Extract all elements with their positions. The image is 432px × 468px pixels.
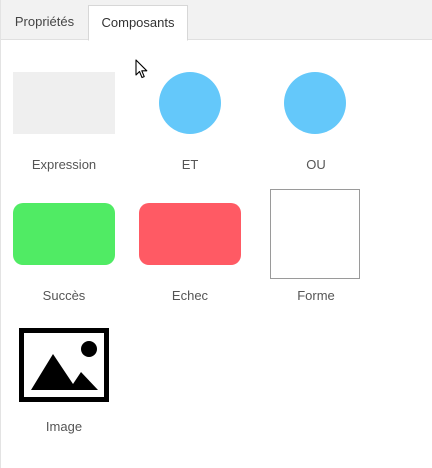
component-ou[interactable]: OU bbox=[253, 40, 379, 172]
components-panel: Propriétés Composants Expression ET OU S… bbox=[0, 0, 432, 468]
tab-composants[interactable]: Composants bbox=[88, 5, 188, 41]
component-image[interactable]: Image bbox=[1, 302, 127, 434]
ou-circle-icon bbox=[284, 72, 346, 134]
et-circle-icon bbox=[159, 72, 221, 134]
component-label: Expression bbox=[31, 157, 97, 172]
mouse-cursor-icon bbox=[135, 59, 148, 79]
expression-rectangle-icon bbox=[13, 72, 115, 134]
forme-square-icon bbox=[270, 189, 360, 279]
component-expression[interactable]: Expression bbox=[1, 40, 127, 172]
component-label: Echec bbox=[171, 288, 209, 303]
tab-bar: Propriétés Composants bbox=[1, 0, 432, 41]
image-icon bbox=[19, 328, 109, 402]
component-succes[interactable]: Succès bbox=[1, 171, 127, 303]
echec-rounded-rect-icon bbox=[139, 203, 241, 265]
component-label: Forme bbox=[297, 288, 335, 303]
component-label: Succès bbox=[42, 288, 86, 303]
component-forme[interactable]: Forme bbox=[253, 171, 379, 303]
component-label: ET bbox=[181, 157, 199, 172]
tab-proprietes[interactable]: Propriétés bbox=[1, 5, 88, 40]
component-label: OU bbox=[306, 157, 326, 172]
succes-rounded-rect-icon bbox=[13, 203, 115, 265]
component-echec[interactable]: Echec bbox=[127, 171, 253, 303]
component-label: Image bbox=[45, 419, 83, 434]
